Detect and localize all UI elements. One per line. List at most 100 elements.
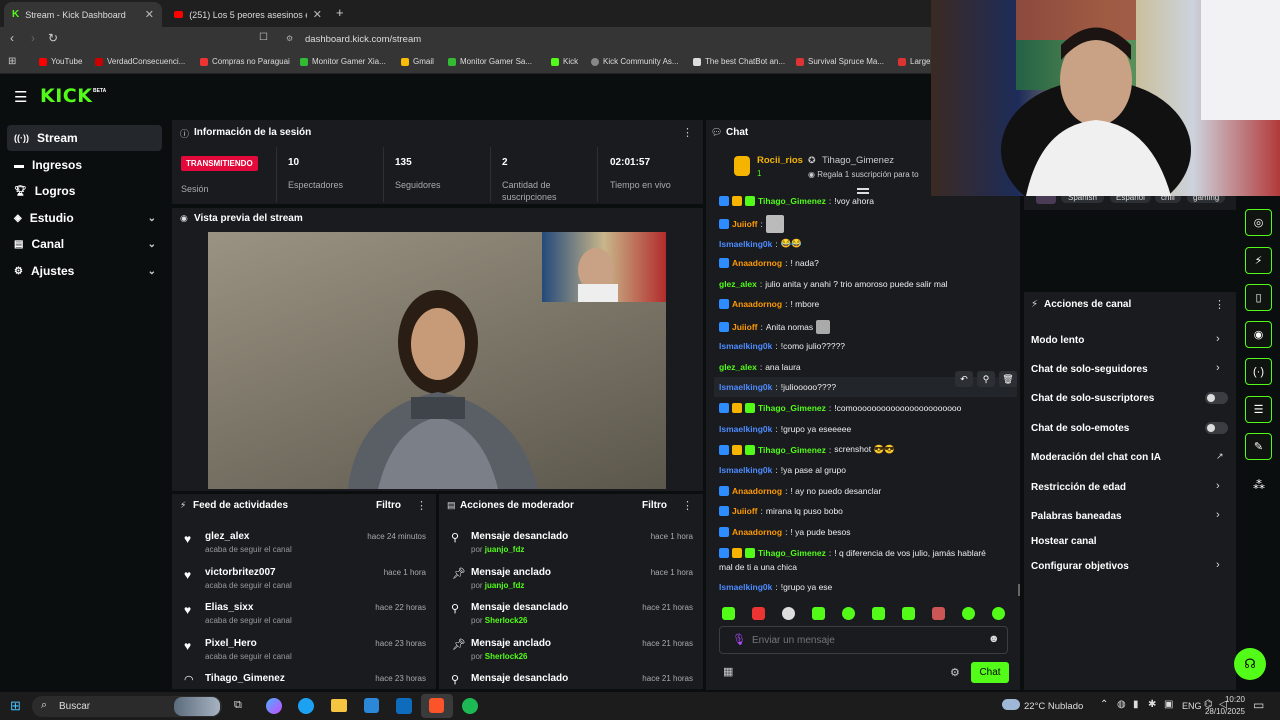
chat-message[interactable]: Ismaelking0k: !ya pase al grupo (719, 465, 846, 475)
broadcast-quick-button[interactable]: (·) (1245, 358, 1272, 385)
bookmark-item[interactable]: The best ChatBot an... (693, 57, 785, 66)
bookmark-item[interactable]: Kick (551, 57, 578, 66)
tray-app-icon[interactable]: ◍ (1117, 699, 1126, 710)
sidebar-item-stream[interactable]: ((·)) Stream (7, 125, 162, 151)
integrations-icon[interactable]: ⁂ (1253, 478, 1265, 492)
notifications-icon[interactable]: ▭ (1253, 698, 1264, 712)
tab-youtube[interactable]: (251) Los 5 peores asesinos en serie ✕ (166, 2, 330, 27)
site-info-icon[interactable]: ⚙ (286, 34, 293, 43)
clock-time[interactable]: 10:20 (1213, 695, 1245, 704)
reply-icon[interactable]: ↶ (955, 371, 973, 387)
copilot-icon[interactable] (266, 698, 282, 714)
chat-message[interactable]: Tihago_Gimenez:! q diferencia de vos jul… (719, 548, 986, 558)
outlook-icon[interactable] (396, 698, 412, 714)
clipboard-quick-button[interactable]: ▯ (1245, 284, 1272, 311)
sidebar-item-canal[interactable]: ▤ Canal ⌄ (7, 231, 162, 257)
gift-sender[interactable]: Rocii_rios (757, 155, 803, 166)
apps-grid-icon[interactable]: ⊞ (8, 56, 16, 67)
more-options-icon[interactable]: ⋮ (682, 499, 693, 512)
subs-only-toggle[interactable] (1205, 392, 1228, 404)
reload-icon[interactable]: ↻ (48, 31, 58, 45)
microphone-tray-icon[interactable]: ▮ (1133, 699, 1139, 710)
sidebar-item-logros[interactable]: 🏆︎ Logros (7, 178, 162, 204)
bookmark-item[interactable]: Monitor Gamer Sa... (448, 57, 532, 66)
chat-message-input[interactable] (752, 632, 972, 648)
tools-quick-button[interactable]: ✎ (1245, 433, 1272, 460)
chat-message[interactable]: Anaadornog:! ay no puedo desanclar (719, 486, 881, 496)
chat-message[interactable]: Juiioff: (719, 215, 784, 233)
chat-message[interactable]: glez_alex: julio anita y anahi ? trio amo… (719, 279, 948, 289)
emote-icon[interactable] (992, 607, 1005, 620)
bookmark-item[interactable]: Kick Community As... (591, 57, 679, 66)
chat-scrollbar[interactable] (1018, 584, 1020, 596)
bookmark-item[interactable]: Large (898, 57, 930, 66)
bookmark-item[interactable]: VerdadConsecuenci... (95, 57, 185, 66)
layout-quick-button[interactable]: ☰ (1245, 396, 1272, 423)
clock-date[interactable]: 28/10/2025 (1203, 707, 1245, 716)
chat-message[interactable]: glez_alex: ana laura (719, 362, 801, 372)
menu-icon[interactable]: ☰ (14, 88, 27, 106)
gift-recipient[interactable]: Tihago_Gimenez (822, 155, 894, 166)
emotes-only-toggle[interactable] (1205, 422, 1228, 434)
chat-message[interactable]: Tihago_Gimenez: screnshot 😎😎 (719, 444, 895, 455)
slow-mode-item[interactable]: Modo lento (1031, 335, 1084, 346)
bookmark-item[interactable]: Gmail (401, 57, 434, 66)
bookmark-item[interactable]: YouTube (39, 57, 82, 66)
url-field[interactable]: dashboard.kick.com/stream (305, 34, 421, 45)
brave-taskbar-button[interactable] (421, 694, 453, 718)
more-options-icon[interactable]: ⋮ (1214, 298, 1225, 311)
bookmark-icon[interactable]: ☐ (259, 32, 268, 43)
weather-text[interactable]: 22°C Nublado (1024, 701, 1083, 712)
feed-filter-button[interactable]: Filtro (376, 500, 401, 511)
set-goals-item[interactable]: Configurar objetivos (1031, 561, 1129, 572)
followers-only-item[interactable]: Chat de solo-seguidores (1031, 364, 1148, 375)
mod-filter-button[interactable]: Filtro (642, 500, 667, 511)
close-tab-icon[interactable]: ✕ (313, 8, 322, 21)
chat-message[interactable]: Anaadornog:! mbore (719, 299, 819, 309)
chat-message[interactable]: Ismaelking0k: !grupo ya eseeeee (719, 424, 851, 434)
new-tab-icon[interactable]: + (336, 5, 344, 20)
chat-quick-button[interactable]: ◉ (1245, 321, 1272, 348)
chat-input-box[interactable]: 🎙︎ ☻ (719, 626, 1008, 654)
more-options-icon[interactable]: ⋮ (682, 126, 693, 139)
support-headset-button[interactable]: ☊ (1234, 648, 1266, 680)
chat-settings-icon[interactable]: ⚙ (950, 666, 960, 679)
bolt-quick-button[interactable]: ⚡︎ (1245, 247, 1272, 274)
emote-icon[interactable] (812, 607, 825, 620)
store-app-icon[interactable] (364, 698, 379, 713)
ai-moderation-item[interactable]: Moderación del chat con IA (1031, 452, 1161, 463)
emoji-picker-icon[interactable]: ☻ (988, 633, 1000, 645)
chat-message[interactable]: Anaadornog:! ya pude besos (719, 527, 850, 537)
pin-message-icon[interactable]: ⚲ (977, 371, 995, 387)
close-tab-icon[interactable]: ✕ (145, 8, 154, 21)
microphone-icon[interactable]: 🎙︎ (732, 633, 746, 646)
chat-message[interactable]: Ismaelking0k: !juliooooo???? (719, 382, 836, 392)
drag-handle-icon[interactable] (857, 188, 869, 190)
bookmark-item[interactable]: Survival Spruce Ma... (796, 57, 884, 66)
bluetooth-icon[interactable]: ✱ (1148, 699, 1156, 710)
chat-message[interactable]: Juiioff: mirana lq puso bobo (719, 506, 843, 516)
bookmark-item[interactable]: Monitor Gamer Xia... (300, 57, 386, 66)
taskbar-search-box[interactable]: ⌕ Buscar (32, 696, 222, 717)
delete-icon[interactable]: 🗑︎ (999, 371, 1017, 387)
forward-icon[interactable]: › (31, 31, 35, 45)
camera-quick-button[interactable]: ◎ (1245, 209, 1272, 236)
stream-video-preview[interactable] (208, 232, 666, 489)
chat-message[interactable]: Tihago_Gimenez: !comooooooooooooooooooooo… (719, 403, 961, 413)
kick-logo[interactable]: KICK (40, 85, 92, 107)
emote-icon[interactable] (962, 607, 975, 620)
store-icon[interactable]: ▦ (723, 665, 733, 678)
spotify-icon[interactable] (462, 698, 478, 714)
edge-icon[interactable] (298, 698, 314, 714)
task-view-icon[interactable]: ⧉ (234, 699, 242, 712)
host-channel-item[interactable]: Hostear canal (1031, 536, 1097, 547)
bookmark-item[interactable]: Compras no Paraguai (200, 57, 290, 66)
windows-start-icon[interactable]: ⊞ (10, 698, 21, 714)
back-icon[interactable]: ‹ (10, 31, 14, 45)
chat-message[interactable]: Ismaelking0k: !como julio????? (719, 341, 845, 351)
emote-icon[interactable] (932, 607, 945, 620)
file-explorer-icon[interactable] (331, 699, 347, 712)
emote-icon[interactable] (872, 607, 885, 620)
emote-icon[interactable] (842, 607, 855, 620)
age-restriction-item[interactable]: Restricción de edad (1031, 482, 1126, 493)
